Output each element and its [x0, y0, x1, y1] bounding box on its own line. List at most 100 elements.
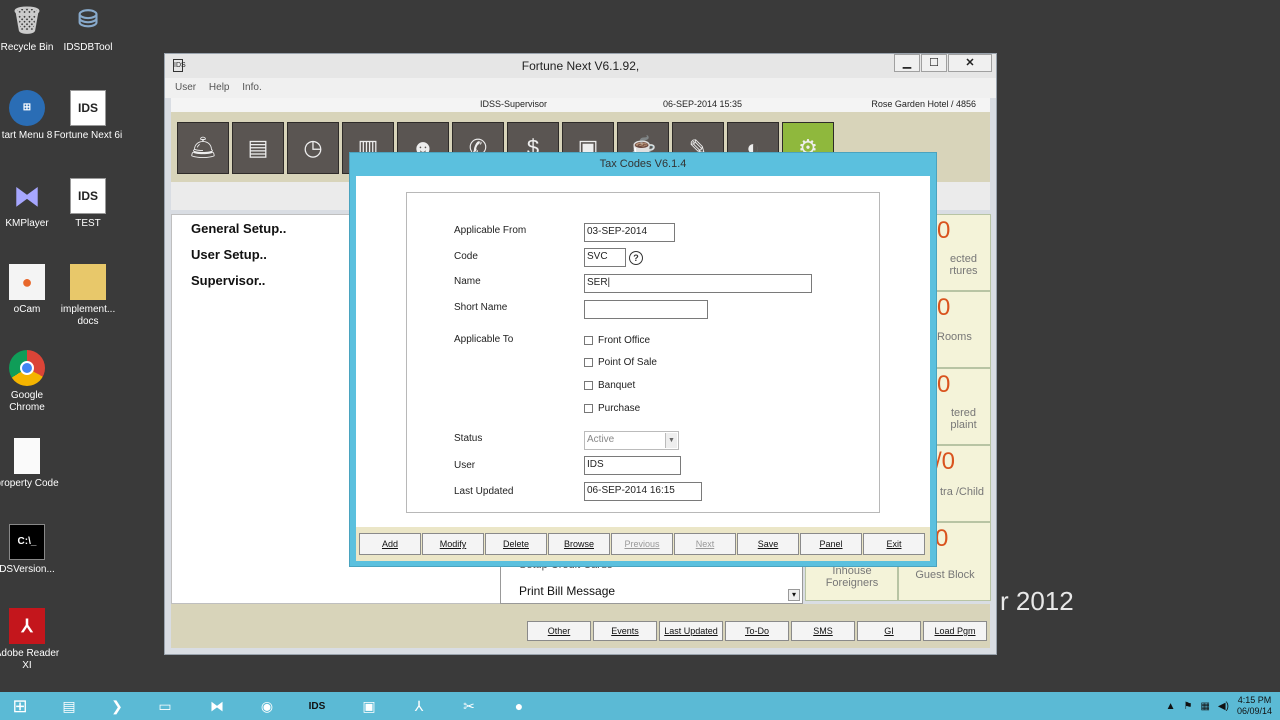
list-item-print-bill-message[interactable]: Print Bill Message — [519, 584, 615, 598]
desktop-icon-dsversion[interactable]: C:\_ DSVersion... — [0, 524, 62, 576]
start-menu-icon: ⊞ — [9, 90, 45, 126]
dialog-button-bar: Add Modify Delete Browse Previous Next S… — [356, 527, 930, 561]
info-bar: IDSS-Supervisor 06-SEP-2014 15:35 Rose G… — [171, 98, 990, 112]
tile-rooms[interactable]: 0 Rooms — [936, 291, 991, 368]
pdf-icon[interactable]: ⅄ — [396, 692, 442, 720]
menu-user[interactable]: User — [175, 82, 196, 93]
panel-button[interactable]: Panel — [800, 533, 862, 555]
taskbar: ⊞ ▤ ❯ ▭ ⧓ ◉ IDS ▣ ⅄ ✂ ● ▲ ⚑ ▦ ◀) 4:15 PM… — [0, 692, 1280, 720]
control-panel-icon[interactable]: ▣ — [346, 692, 392, 720]
title-bar[interactable]: IDS Fortune Next V6.1.92, ▁ ☐ ✕ — [165, 54, 996, 78]
snipping-icon[interactable]: ✂ — [446, 692, 492, 720]
exit-button[interactable]: Exit — [863, 533, 925, 555]
cash-register-module-icon[interactable]: ▤ — [232, 122, 284, 174]
minimize-button[interactable]: ▁ — [894, 54, 920, 72]
sms-button[interactable]: SMS — [791, 621, 855, 641]
chevron-down-icon: ▼ — [665, 433, 677, 448]
add-button[interactable]: Add — [359, 533, 421, 555]
document-icon — [14, 438, 40, 474]
desktop-icon-implement-docs[interactable]: implement... docs — [53, 264, 123, 328]
tile-expected-departures[interactable]: 0 ected rtures — [936, 214, 991, 291]
footer-toolbar: Other Events Last Updated To-Do SMS GI L… — [171, 604, 990, 648]
kmplayer-icon: ⧓ — [14, 181, 40, 211]
window-title: Fortune Next V6.1.92, — [521, 59, 640, 73]
todo-button[interactable]: To-Do — [725, 621, 789, 641]
windows-start-icon[interactable]: ⊞ — [0, 692, 40, 720]
applicable-from-field[interactable]: 03-SEP-2014 — [584, 223, 675, 242]
other-button[interactable]: Other — [527, 621, 591, 641]
clock[interactable]: 4:15 PM 06/09/14 — [1237, 695, 1272, 717]
tray-expand-icon[interactable]: ▲ — [1166, 701, 1176, 712]
system-tray: ▲ ⚑ ▦ ◀) 4:15 PM 06/09/14 — [1166, 692, 1272, 720]
chrome-icon[interactable]: ◉ — [244, 692, 290, 720]
tile-registered-complaint[interactable]: 0 tered plaint — [936, 368, 991, 445]
code-field[interactable]: SVC — [584, 248, 626, 267]
status-select[interactable]: Active ▼ — [584, 431, 679, 450]
database-icon: ⛁ — [77, 6, 99, 33]
pdf-icon: ⅄ — [9, 608, 45, 644]
tile-extra-child[interactable]: /0 tra /Child — [935, 445, 991, 522]
point-of-sale-checkbox[interactable]: Point Of Sale — [584, 357, 657, 368]
previous-button[interactable]: Previous — [611, 533, 673, 555]
desktop-icon-property-code[interactable]: property Code — [0, 438, 62, 490]
tax-code-form: Applicable From 03-SEP-2014 Code SVC ? N… — [406, 192, 880, 513]
applicable-from-label: Applicable From — [454, 225, 527, 236]
menu-help[interactable]: Help — [209, 82, 230, 93]
front-office-checkbox[interactable]: Front Office — [584, 335, 650, 346]
events-button[interactable]: Events — [593, 621, 657, 641]
app-logo-icon: IDS — [173, 59, 186, 72]
save-button[interactable]: Save — [737, 533, 799, 555]
gi-button[interactable]: GI — [857, 621, 921, 641]
code-label: Code — [454, 251, 478, 262]
short-name-label: Short Name — [454, 302, 508, 313]
ocam-icon[interactable]: ● — [496, 692, 542, 720]
current-datetime: 06-SEP-2014 15:35 — [663, 99, 743, 109]
banquet-checkbox[interactable]: Banquet — [584, 380, 635, 391]
desktop-icon-google-chrome[interactable]: Google Chrome — [0, 350, 62, 414]
last-updated-field[interactable]: 06-SEP-2014 16:15 — [584, 482, 702, 501]
cmd-icon: C:\_ — [9, 524, 45, 560]
desktop-icon-adobe-reader[interactable]: ⅄ Adobe Reader XI — [0, 608, 62, 672]
name-field[interactable]: SER| — [584, 274, 812, 293]
ids-icon[interactable]: IDS — [294, 692, 340, 720]
volume-icon[interactable]: ◀) — [1218, 701, 1229, 712]
recycle-bin-icon: 🗑 — [10, 5, 44, 35]
maximize-button[interactable]: ☐ — [921, 54, 947, 72]
delete-button[interactable]: Delete — [485, 533, 547, 555]
scroll-down-icon[interactable]: ▾ — [788, 589, 800, 601]
help-icon[interactable]: ? — [629, 251, 643, 265]
kmplayer-icon[interactable]: ⧓ — [194, 692, 240, 720]
status-label: Status — [454, 433, 483, 444]
close-button[interactable]: ✕ — [948, 54, 992, 72]
current-user: IDSS-Supervisor — [480, 99, 548, 109]
next-button[interactable]: Next — [674, 533, 736, 555]
menu-bar: User Help Info. — [165, 78, 996, 98]
ocam-icon: ● — [9, 264, 45, 300]
desktop-icon-fortune-next[interactable]: IDS Fortune Next 6i — [53, 90, 123, 142]
explorer-icon[interactable]: ▤ — [46, 692, 92, 720]
network-icon[interactable]: ▦ — [1200, 701, 1209, 712]
os-watermark: r 2012 — [1000, 586, 1074, 616]
short-name-field[interactable] — [584, 300, 708, 319]
clock-module-icon[interactable]: ◷ — [287, 122, 339, 174]
files-icon[interactable]: ▭ — [142, 692, 188, 720]
user-label: User — [454, 460, 476, 471]
desktop-icon-idsdbtool[interactable]: ⛁ IDSDBTool — [53, 2, 123, 54]
last-updated-label: Last Updated — [454, 486, 514, 497]
last-updated-button[interactable]: Last Updated — [659, 621, 723, 641]
chrome-icon — [9, 350, 45, 386]
load-pgm-button[interactable]: Load Pgm — [923, 621, 987, 641]
flag-icon[interactable]: ⚑ — [1184, 701, 1193, 712]
browse-button[interactable]: Browse — [548, 533, 610, 555]
powershell-icon[interactable]: ❯ — [94, 692, 140, 720]
applicable-to-label: Applicable To — [454, 334, 514, 345]
desktop-icon-test[interactable]: IDS TEST — [53, 178, 123, 230]
user-field[interactable]: IDS — [584, 456, 681, 475]
purchase-checkbox[interactable]: Purchase — [584, 403, 640, 414]
name-label: Name — [454, 276, 481, 287]
dialog-title: Tax Codes V6.1.4 — [599, 158, 687, 170]
front-desk-module-icon[interactable]: 🛎 — [177, 122, 229, 174]
folder-icon — [70, 264, 106, 300]
modify-button[interactable]: Modify — [422, 533, 484, 555]
menu-info[interactable]: Info. — [242, 82, 261, 93]
